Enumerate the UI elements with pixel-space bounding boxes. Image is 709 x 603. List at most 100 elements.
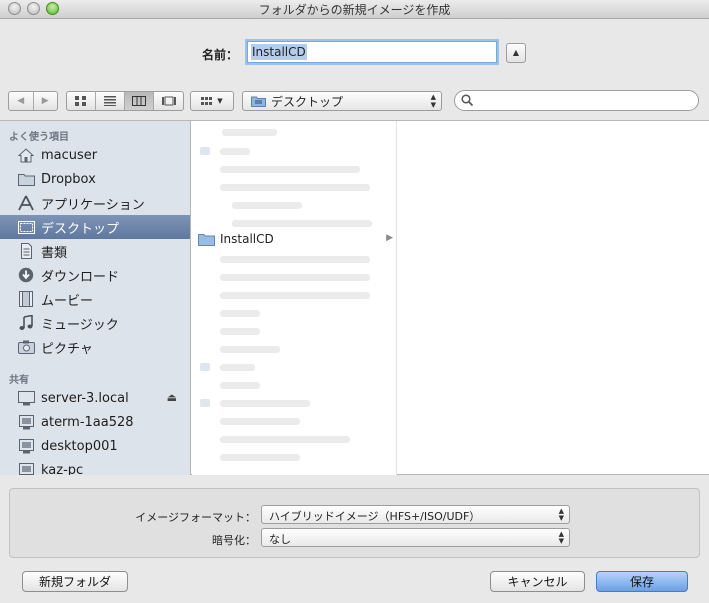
applications-icon — [17, 194, 35, 212]
triangle-up-icon: ▲ — [512, 48, 520, 57]
cancel-button[interactable]: キャンセル — [490, 571, 585, 592]
sidebar-item-movies[interactable]: ムービー — [0, 287, 190, 311]
sidebar-item-pictures[interactable]: ピクチャ — [0, 335, 190, 359]
blurred-row — [220, 292, 370, 299]
back-button[interactable]: ◀ — [9, 92, 34, 110]
arrange-control: ▼ — [190, 91, 234, 111]
blurred-row — [220, 328, 260, 335]
camera-icon — [17, 338, 35, 356]
list-view-button[interactable] — [96, 92, 125, 110]
sidebar-item-label: desktop001 — [41, 438, 118, 454]
blurred-row — [220, 166, 360, 173]
folder-icon — [17, 170, 35, 188]
sidebar-item-label: server-3.local — [41, 390, 129, 406]
desktop-folder-icon — [251, 96, 266, 107]
documents-icon — [17, 242, 35, 260]
sidebar-item-aterm[interactable]: aterm-1aa528 — [0, 410, 190, 434]
blurred-row — [220, 382, 260, 389]
updown-arrows-icon: ▲ ▼ — [558, 530, 564, 545]
search-field[interactable] — [454, 90, 699, 111]
column-view-icon — [132, 96, 146, 106]
location-label: デスクトップ — [271, 94, 344, 109]
sidebar-item-macuser[interactable]: macuser — [0, 143, 190, 167]
blurred-row — [220, 256, 370, 263]
sidebar: よく使う項目 macuser Dropbox アプリケーション デスクトップ 書… — [0, 121, 191, 475]
sidebar-item-label: 書類 — [41, 245, 68, 261]
browser-column-1[interactable]: InstallCD ▶ — [192, 121, 397, 475]
blurred-row — [220, 274, 370, 281]
blurred-row — [220, 454, 300, 461]
music-icon — [17, 314, 35, 332]
save-button[interactable]: 保存 — [596, 571, 688, 592]
sidebar-item-downloads[interactable]: ダウンロード — [0, 263, 190, 287]
list-item-label: InstallCD — [220, 232, 274, 246]
name-row: 名前： InstallCD ▲ — [0, 19, 709, 87]
name-field-value: InstallCD — [251, 44, 307, 60]
search-input[interactable] — [477, 91, 687, 108]
sidebar-item-label: デスクトップ — [41, 221, 120, 237]
location-popup[interactable]: デスクトップ ▲ ▼ — [242, 91, 442, 111]
sidebar-item-label: ミュージック — [41, 317, 119, 333]
blurred-row — [220, 436, 350, 443]
sidebar-item-label: アプリケーション — [41, 197, 145, 213]
title-bar: フォルダからの新規イメージを作成 — [0, 0, 709, 19]
blurred-row — [232, 220, 372, 227]
home-icon — [17, 146, 35, 164]
server-icon — [17, 437, 35, 455]
movie-icon — [17, 290, 35, 308]
forward-button[interactable]: ▶ — [34, 92, 58, 110]
blurred-row — [220, 418, 300, 425]
sidebar-item-label: ピクチャ — [41, 341, 93, 357]
coverflow-view-icon — [161, 96, 176, 106]
monitor-icon — [17, 389, 35, 407]
sidebar-item-applications[interactable]: アプリケーション — [0, 191, 190, 215]
sidebar-item-label: macuser — [41, 147, 98, 163]
sidebar-item-label: Dropbox — [41, 171, 96, 187]
blurred-row — [220, 400, 310, 407]
blurred-folder-icon — [200, 399, 210, 407]
list-view-icon — [104, 96, 116, 106]
sidebar-item-label: ダウンロード — [41, 269, 120, 285]
toolbar: ◀ ▶ ▼ デスクトップ ▲ ▼ — [0, 87, 709, 120]
sidebar-item-documents[interactable]: 書類 — [0, 239, 190, 263]
icon-view-button[interactable] — [67, 92, 96, 110]
updown-arrows-icon: ▲ ▼ — [430, 93, 436, 109]
blurred-row — [220, 364, 255, 371]
back-forward-control: ◀ ▶ — [8, 91, 58, 111]
encryption-popup[interactable]: なし ▲ ▼ — [261, 528, 570, 547]
arrange-button[interactable]: ▼ — [191, 92, 233, 110]
image-format-value: ハイブリッドイメージ（HFS+/ISO/UDF） — [269, 510, 481, 523]
server-icon — [17, 413, 35, 431]
sidebar-item-kaz-pc[interactable]: kaz-pc — [0, 458, 190, 476]
chevron-down-icon: ▼ — [217, 97, 223, 105]
sidebar-item-server-3[interactable]: server-3.local ⏏ — [0, 386, 190, 410]
eject-icon[interactable]: ⏏ — [167, 391, 177, 404]
sidebar-header-favorites: よく使う項目 — [9, 132, 69, 143]
sidebar-item-desktop001[interactable]: desktop001 — [0, 434, 190, 458]
sidebar-item-dropbox[interactable]: Dropbox — [0, 167, 190, 191]
image-format-popup[interactable]: ハイブリッドイメージ（HFS+/ISO/UDF） ▲ ▼ — [261, 505, 570, 524]
name-field[interactable]: InstallCD — [247, 41, 497, 63]
blurred-row — [222, 129, 277, 136]
new-folder-button[interactable]: 新規フォルダ — [22, 571, 128, 592]
back-arrow-icon: ◀ — [17, 96, 25, 106]
desktop-icon — [17, 218, 35, 236]
blurred-row — [220, 310, 260, 317]
blurred-folder-icon — [200, 147, 210, 155]
blurred-folder-icon — [200, 363, 210, 371]
icon-view-icon — [75, 96, 86, 106]
collapse-browser-button[interactable]: ▲ — [506, 43, 526, 63]
sidebar-item-label: ムービー — [41, 293, 94, 309]
blurred-row — [220, 148, 250, 155]
blurred-row — [220, 184, 370, 191]
encryption-value: なし — [269, 533, 291, 546]
grid-icon — [201, 96, 213, 105]
coverflow-view-button[interactable] — [154, 92, 183, 110]
list-item-installcd[interactable]: InstallCD ▶ — [192, 229, 396, 249]
sidebar-item-desktop[interactable]: デスクトップ — [0, 215, 190, 239]
sidebar-item-music[interactable]: ミュージック — [0, 311, 190, 335]
server-icon — [17, 461, 35, 475]
column-view-button[interactable] — [125, 92, 154, 110]
encryption-label: 暗号化： — [212, 534, 256, 547]
sidebar-item-label: kaz-pc — [41, 462, 84, 476]
